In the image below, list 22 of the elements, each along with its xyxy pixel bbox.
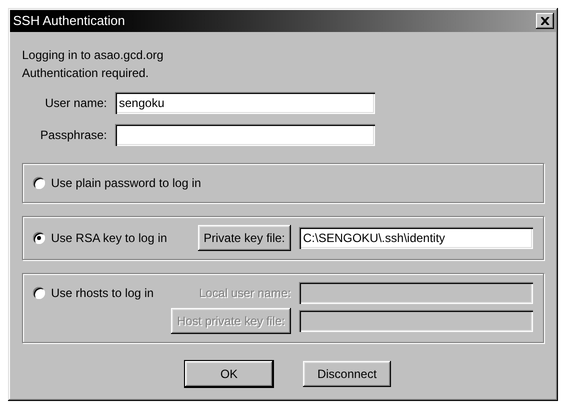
status-text: Logging in to asao.gcd.org bbox=[22, 47, 164, 64]
dialog-button[interactable]: OK bbox=[185, 361, 273, 387]
radio-button[interactable] bbox=[33, 177, 45, 189]
file-path-field[interactable] bbox=[299, 310, 533, 332]
input-field[interactable]: sengoku bbox=[115, 92, 375, 114]
close-icon bbox=[540, 17, 550, 25]
browse-button[interactable]: Private key file: bbox=[198, 225, 291, 251]
window-title: SSH Authentication bbox=[13, 12, 126, 30]
field-label: Local user name: bbox=[198, 285, 291, 302]
radio-button[interactable] bbox=[33, 232, 45, 244]
field-label: User name: bbox=[44, 95, 107, 112]
file-path-field[interactable]: C:\SENGOKU\.ssh\identity bbox=[299, 227, 533, 249]
status-text: Authentication required. bbox=[22, 65, 150, 82]
field-label: Passphrase: bbox=[39, 127, 107, 144]
radio-option[interactable]: Use rhosts to log in bbox=[33, 282, 163, 304]
radio-option[interactable]: Use plain password to log in bbox=[33, 172, 283, 194]
radio-button[interactable] bbox=[33, 287, 45, 299]
input-field[interactable] bbox=[299, 282, 533, 304]
dialog-button[interactable]: Disconnect bbox=[303, 361, 391, 387]
password-field[interactable] bbox=[115, 124, 375, 146]
radio-option[interactable]: Use RSA key to log in bbox=[33, 227, 190, 249]
close-button[interactable] bbox=[536, 13, 554, 29]
